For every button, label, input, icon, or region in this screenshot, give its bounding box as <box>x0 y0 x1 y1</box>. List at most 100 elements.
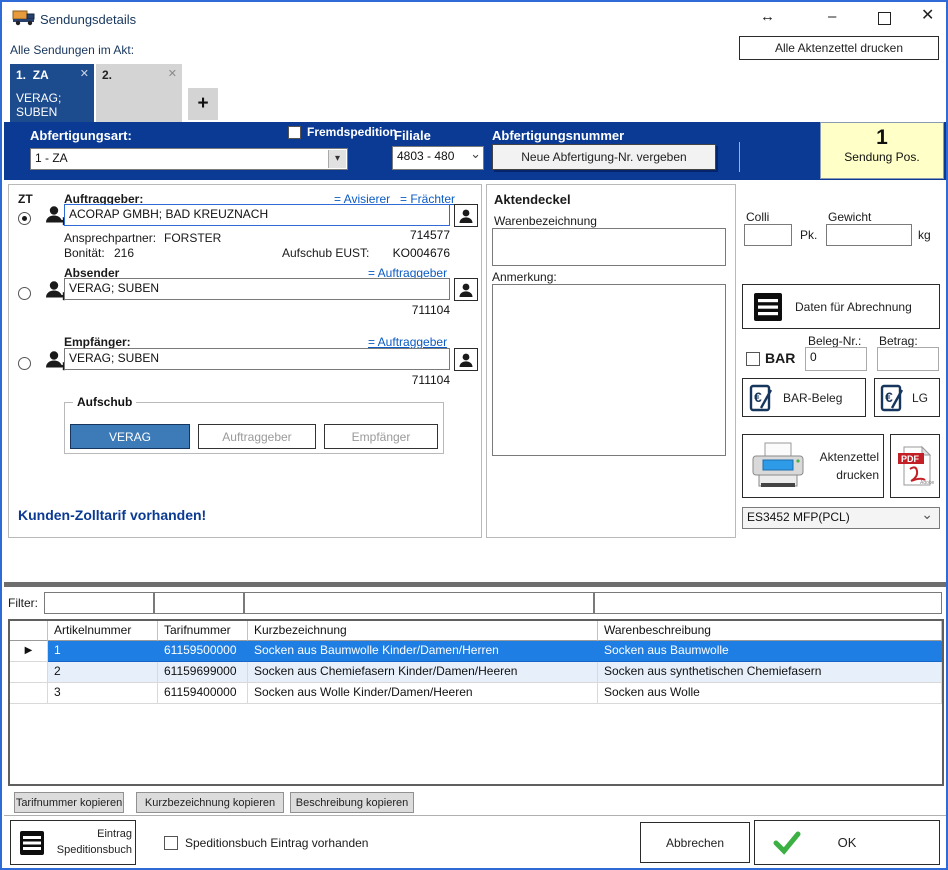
row-selector[interactable] <box>10 683 48 704</box>
empfaenger-auftraggeber-link[interactable]: = Auftraggeber <box>368 335 447 349</box>
empfaenger-radio[interactable] <box>18 357 31 370</box>
aufschub-empfaenger-button[interactable]: Empfänger <box>324 424 438 449</box>
speditionsbuch-label-line1: Eintrag <box>97 828 132 840</box>
colli-label: Colli <box>746 210 769 224</box>
cell-warenbeschreibung[interactable]: Socken aus Wolle <box>598 683 942 704</box>
empfaenger-contact-button[interactable] <box>454 348 478 371</box>
warenbezeichnung-input[interactable] <box>492 228 726 266</box>
cell-kurzbezeichnung[interactable]: Socken aus Chemiefasern Kinder/Damen/Hee… <box>248 662 598 683</box>
copy-beschreibung-button[interactable]: Beschreibung kopieren <box>290 792 414 813</box>
cell-warenbeschreibung[interactable]: Socken aus synthetischen Chemiefasern <box>598 662 942 683</box>
minimize-button[interactable]: – <box>828 10 836 24</box>
filiale-select[interactable]: 4803 - 480 ⌄ <box>392 146 484 170</box>
filiale-chevron-icon[interactable]: ⌄ <box>470 146 481 162</box>
betrag-input[interactable] <box>877 347 939 371</box>
absender-contact-button[interactable] <box>454 278 478 301</box>
printer-icon <box>749 441 807 491</box>
tab2-close-icon[interactable]: ✕ <box>168 67 177 80</box>
bonitaet-value: 216 <box>114 246 134 260</box>
filter-label: Filter: <box>8 596 38 610</box>
speditionsbuch-checkbox[interactable] <box>164 836 178 850</box>
cell-tarifnummer[interactable]: 61159400000 <box>158 683 248 704</box>
row-marker: ▶ <box>10 641 48 662</box>
eintrag-speditionsbuch-button[interactable]: Eintrag Speditionsbuch <box>10 820 136 865</box>
header-tarifnummer[interactable]: Tarifnummer <box>158 621 248 641</box>
header-warenbeschreibung[interactable]: Warenbeschreibung <box>598 621 942 641</box>
gewicht-input[interactable] <box>826 224 912 246</box>
tab1-line1: VERAG; <box>16 91 88 105</box>
maximize-button[interactable] <box>878 12 891 25</box>
table-row[interactable]: 3 61159400000 Socken aus Wolle Kinder/Da… <box>10 683 942 704</box>
absender-input[interactable]: VERAG; SUBEN <box>64 278 450 300</box>
beleg-nr-label: Beleg-Nr.: <box>808 334 861 348</box>
pdf-button[interactable]: PDF Adobe <box>890 434 940 498</box>
dropdown-arrow-icon[interactable]: ▾ <box>328 150 346 168</box>
aufschub-auftraggeber-button[interactable]: Auftraggeber <box>198 424 316 449</box>
header-selector <box>10 621 48 641</box>
aufschub-verag-button[interactable]: VERAG <box>70 424 190 449</box>
bar-beleg-button[interactable]: € BAR-Beleg <box>742 378 866 417</box>
cell-tarifnummer[interactable]: 61159699000 <box>158 662 248 683</box>
svg-text:Adobe: Adobe <box>920 480 934 486</box>
printer-select[interactable]: ES3452 MFP(PCL) ⌄ <box>742 507 940 529</box>
aufschub-eust-value: KO004676 <box>350 246 450 260</box>
ok-button[interactable]: OK <box>754 820 940 865</box>
shipment-tab-1[interactable]: 1. ZA ✕ VERAG; SUBEN <box>10 64 94 122</box>
filter-kurzbezeichnung-input[interactable] <box>244 592 594 614</box>
abfertigungsart-label: Abfertigungsart: <box>30 128 132 143</box>
ok-label: OK <box>838 835 857 850</box>
cell-artikelnummer[interactable]: 1 <box>48 641 158 662</box>
printer-chevron-icon[interactable]: ⌄ <box>921 507 933 523</box>
close-button[interactable]: ✕ <box>921 9 934 23</box>
person-icon <box>458 282 474 298</box>
beleg-nr-input[interactable]: 0 <box>805 347 867 371</box>
print-all-aktenzettel-button[interactable]: Alle Aktenzettel drucken <box>739 36 939 60</box>
auftraggeber-contact-button[interactable] <box>454 204 478 227</box>
add-tab-button[interactable]: + <box>188 88 218 120</box>
bar-checkbox[interactable] <box>746 352 760 366</box>
cell-kurzbezeichnung[interactable]: Socken aus Baumwolle Kinder/Damen/Herren <box>248 641 598 662</box>
row-selector[interactable] <box>10 662 48 683</box>
filiale-value: 4803 - 480 <box>397 149 454 163</box>
tab2-number: 2. <box>102 68 112 82</box>
neue-abfertigung-nr-button[interactable]: Neue Abfertigung-Nr. vergeben <box>492 144 716 170</box>
lg-button[interactable]: € LG <box>874 378 940 417</box>
cell-artikelnummer[interactable]: 2 <box>48 662 158 683</box>
abfertigungsart-value: 1 - ZA <box>35 151 68 165</box>
tab1-line2: SUBEN <box>16 105 88 119</box>
absender-radio[interactable] <box>18 287 31 300</box>
cell-kurzbezeichnung[interactable]: Socken aus Wolle Kinder/Damen/Heeren <box>248 683 598 704</box>
filter-tarifnummer-input[interactable] <box>154 592 244 614</box>
auftraggeber-input[interactable]: ACORAP GMBH; BAD KREUZNACH <box>64 204 450 226</box>
cell-warenbeschreibung[interactable]: Socken aus Baumwolle <box>598 641 942 662</box>
abfertigungsnummer-label: Abfertigungsnummer <box>492 128 624 143</box>
table-row[interactable]: ▶ 1 61159500000 Socken aus Baumwolle Kin… <box>10 641 942 662</box>
fremdspedition-checkbox[interactable] <box>288 126 301 139</box>
shipment-tab-2[interactable]: 2. ✕ <box>96 64 182 122</box>
check-icon <box>773 831 801 855</box>
header-kurzbezeichnung[interactable]: Kurzbezeichnung <box>248 621 598 641</box>
table-row[interactable]: 2 61159699000 Socken aus Chemiefasern Ki… <box>10 662 942 683</box>
resize-icon[interactable]: ↔ <box>760 8 775 25</box>
filter-artikelnummer-input[interactable] <box>44 592 154 614</box>
cell-artikelnummer[interactable]: 3 <box>48 683 158 704</box>
filiale-label: Filiale <box>394 128 431 143</box>
tab1-close-icon[interactable]: ✕ <box>80 67 89 80</box>
aktenzettel-drucken-button[interactable]: Aktenzettel drucken <box>742 434 884 498</box>
copy-kurzbezeichnung-button[interactable]: Kurzbezeichnung kopieren <box>136 792 284 813</box>
header-artikelnummer[interactable]: Artikelnummer <box>48 621 158 641</box>
abbrechen-button[interactable]: Abbrechen <box>640 822 750 863</box>
daten-abrechnung-label: Daten für Abrechnung <box>795 300 912 314</box>
abfertigungsart-select[interactable]: 1 - ZA ▾ <box>30 148 348 170</box>
sendung-pos-label: Sendung Pos. <box>821 150 943 164</box>
auftraggeber-radio[interactable] <box>18 212 31 225</box>
copy-tarifnummer-button[interactable]: Tarifnummer kopieren <box>14 792 124 813</box>
empfaenger-input[interactable]: VERAG; SUBEN <box>64 348 450 370</box>
auftraggeber-number: 714577 <box>350 228 450 242</box>
aktendeckel-title: Aktendeckel <box>494 192 571 207</box>
cell-tarifnummer[interactable]: 61159500000 <box>158 641 248 662</box>
filter-warenbeschreibung-input[interactable] <box>594 592 942 614</box>
daten-abrechnung-button[interactable]: Daten für Abrechnung <box>742 284 940 329</box>
anmerkung-textarea[interactable] <box>492 284 726 456</box>
colli-input[interactable] <box>744 224 792 246</box>
